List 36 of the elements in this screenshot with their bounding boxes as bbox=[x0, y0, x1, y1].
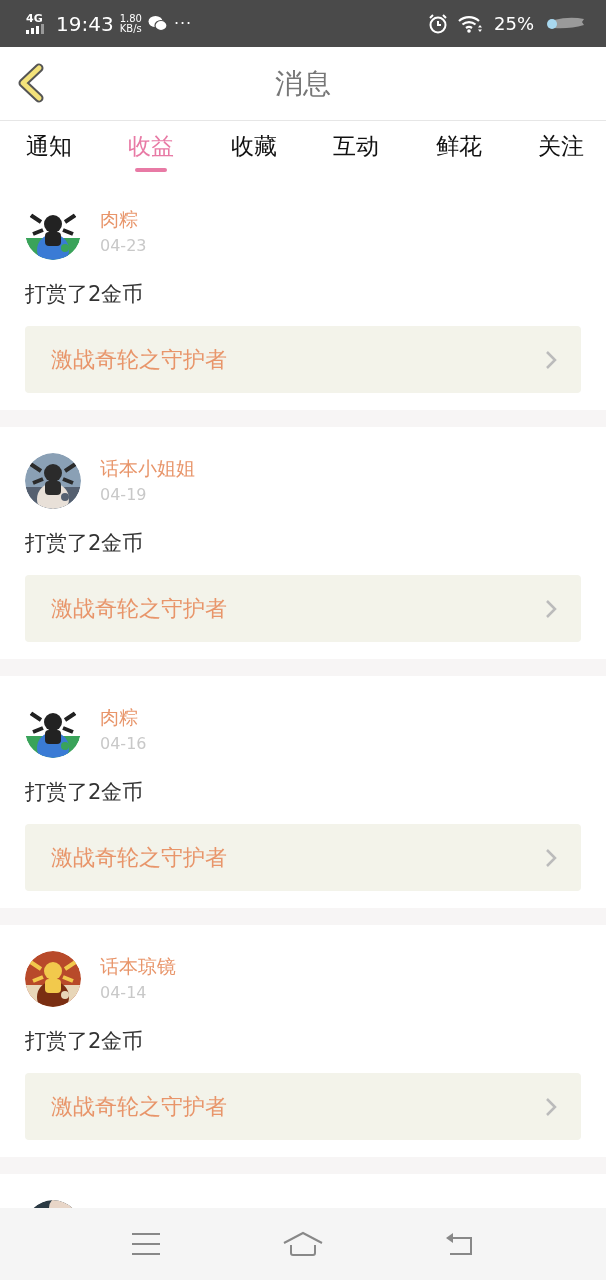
tab[interactable]: 互动 bbox=[311, 121, 402, 178]
story-link[interactable]: 激战奇轮之守护者 bbox=[25, 575, 581, 642]
user-name[interactable]: 肉粽 bbox=[100, 706, 147, 728]
tab[interactable]: 鲜花 bbox=[413, 121, 504, 178]
clock-time: 19:43 bbox=[56, 11, 114, 36]
user-name[interactable]: 话本小姐姐 bbox=[100, 457, 195, 479]
tab[interactable]: 收藏 bbox=[208, 121, 299, 178]
battery-percent: 25% bbox=[494, 13, 534, 34]
more-indicator: ··· bbox=[173, 14, 193, 33]
alarm-clock-icon bbox=[428, 13, 448, 34]
tab[interactable]: 关注 bbox=[515, 121, 606, 178]
page-title: 消息 bbox=[275, 65, 331, 102]
comet-icon bbox=[544, 15, 584, 32]
message-text: 打赏了2金币 bbox=[25, 530, 145, 557]
tab[interactable]: 通知 bbox=[4, 121, 94, 178]
message-text: 打赏了2金币 bbox=[25, 281, 145, 308]
home-icon bbox=[283, 1231, 323, 1257]
network-type: 4G bbox=[26, 13, 43, 24]
return-arrow-icon bbox=[445, 1232, 475, 1256]
chevron-right-icon bbox=[545, 1096, 557, 1117]
message-text: 打赏了2金币 bbox=[25, 1028, 145, 1055]
user-name[interactable]: 话本琼镜 bbox=[100, 955, 176, 977]
menu-icon bbox=[131, 1232, 161, 1256]
wifi-icon bbox=[458, 14, 484, 33]
message-text: 打赏了2金币 bbox=[25, 779, 145, 806]
user-name[interactable]: 肉粽 bbox=[100, 208, 147, 230]
chevron-right-icon bbox=[545, 847, 557, 868]
network-speed: 1.80 bbox=[119, 13, 142, 24]
story-link[interactable]: 激战奇轮之守护者 bbox=[25, 1073, 581, 1140]
chevron-right-icon bbox=[545, 598, 557, 619]
story-link[interactable]: 激战奇轮之守护者 bbox=[25, 824, 581, 891]
chat-bubbles-icon bbox=[147, 15, 168, 32]
chevron-right-icon bbox=[545, 349, 557, 370]
story-link[interactable]: 激战奇轮之守护者 bbox=[25, 326, 581, 393]
speed-unit: KB/s bbox=[119, 23, 142, 34]
tab[interactable]: 收益 bbox=[106, 121, 197, 178]
